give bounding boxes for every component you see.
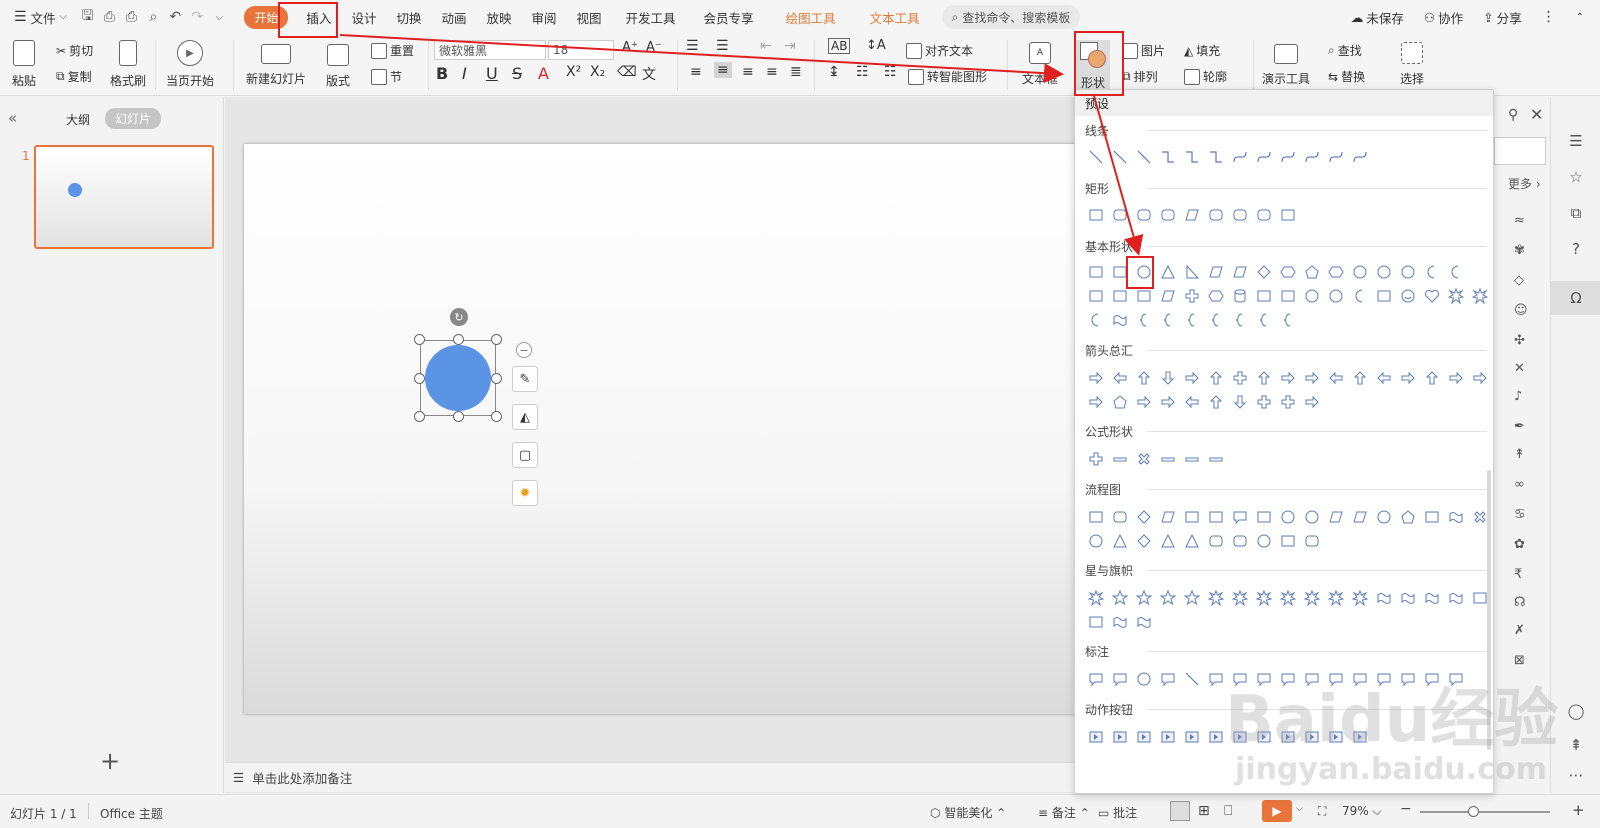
watermark-brand: Baidu经验 [1225,683,1559,757]
watermark-url: jingyan.baidu.com [1235,752,1547,787]
